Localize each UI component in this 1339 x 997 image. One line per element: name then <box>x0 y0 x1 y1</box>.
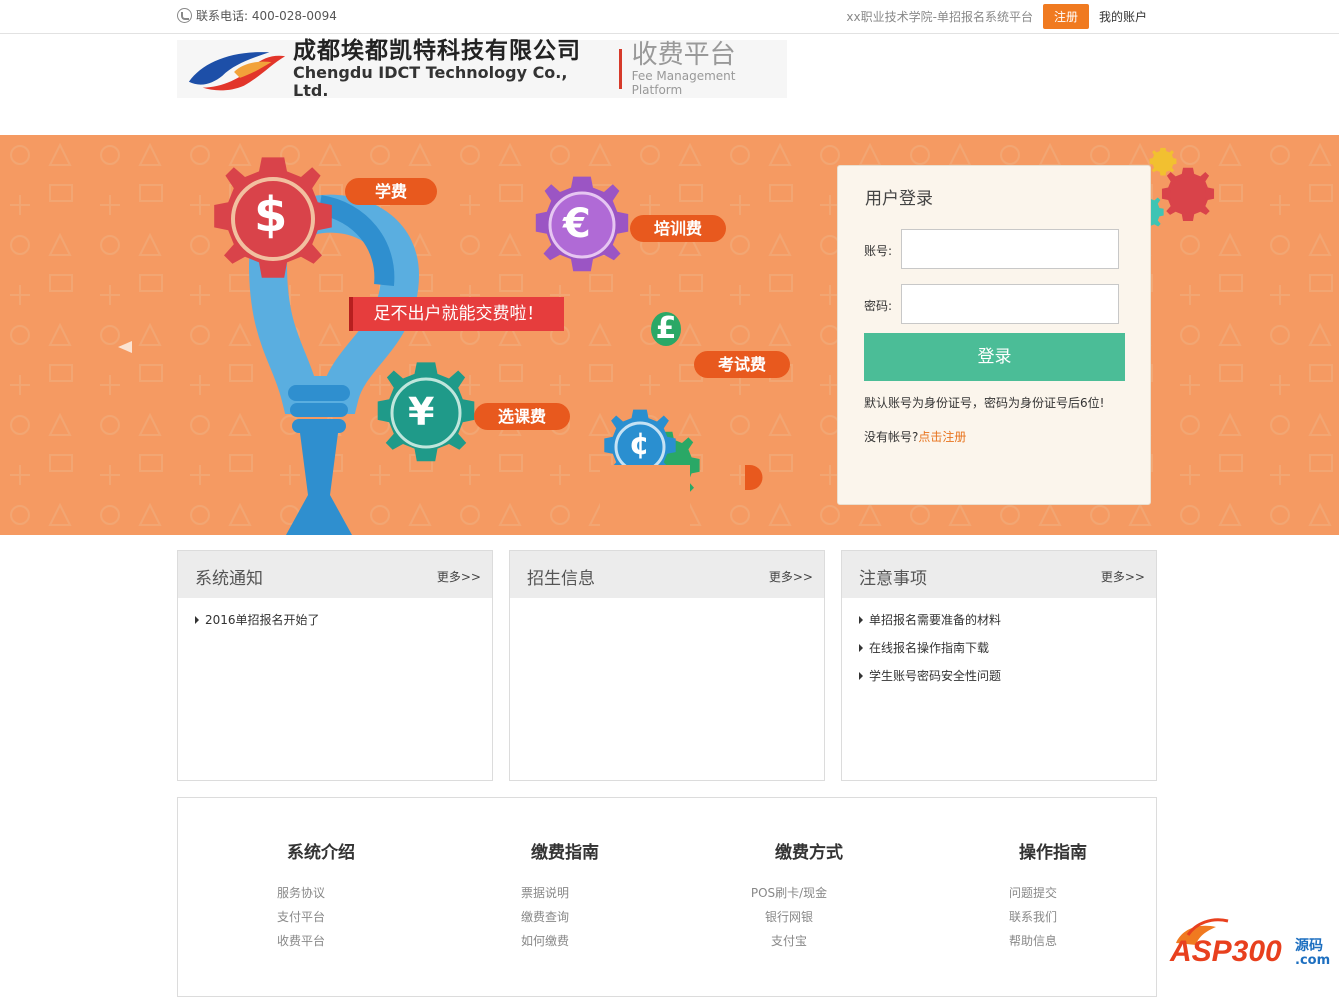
footer-col-payment-guide: 缴费指南 票据说明 缴费查询 如何缴费 <box>475 838 655 953</box>
panel-title: 招生信息 <box>527 569 595 589</box>
footer-col-title: 操作指南 <box>1019 843 1087 863</box>
list-item[interactable]: 单招报名需要准备的材料 <box>859 612 1156 640</box>
bullet-arrow-icon <box>195 616 199 624</box>
footer-col-payment-methods: 缴费方式 POS刷卡/现金 银行网银 支付宝 <box>719 838 899 953</box>
login-box: 用户登录 账号: 密码: 登录 默认账号为身份证号，密码为身份证号后6位! 没有… <box>837 165 1151 505</box>
gear-pound-symbol: £ <box>651 312 681 346</box>
list-item-text: 在线报名操作指南下载 <box>869 641 990 655</box>
footer-col-title: 缴费方式 <box>775 843 843 863</box>
panel-admission-info: 招生信息 更多>> <box>509 550 825 781</box>
footer-link[interactable]: 问题提交 <box>923 881 1143 905</box>
bullet-arrow-icon <box>859 644 863 652</box>
more-link[interactable]: 更多>> <box>1101 568 1145 585</box>
panel-header: 注意事项 更多>> <box>842 551 1156 598</box>
contact-phone-text: 联系电话: 400-028-0094 <box>196 9 337 23</box>
phone-icon <box>177 8 192 23</box>
panel-system-notice: 系统通知 更多>> 2016单招报名开始了 <box>177 550 493 781</box>
password-input[interactable] <box>901 284 1119 324</box>
login-hint: 默认账号为身份证号，密码为身份证号后6位! <box>864 396 1105 410</box>
panel-title: 系统通知 <box>195 569 263 589</box>
bullet-arrow-icon <box>859 672 863 680</box>
company-name-en: Chengdu IDCT Technology Co., Ltd. <box>293 63 568 100</box>
footer-link[interactable]: 如何缴费 <box>435 929 655 953</box>
gear-yen-symbol: ¥ <box>408 390 435 434</box>
list-item-text: 2016单招报名开始了 <box>205 613 320 627</box>
admission-list <box>510 598 824 612</box>
footer-link[interactable]: 缴费查询 <box>435 905 655 929</box>
notice-list: 2016单招报名开始了 <box>178 598 492 640</box>
list-item[interactable]: 2016单招报名开始了 <box>195 612 492 640</box>
company-logo[interactable]: 成都埃都凯特科技有限公司 Chengdu IDCT Technology Co.… <box>177 38 787 100</box>
panel-header: 系统通知 更多>> <box>178 551 492 598</box>
company-name-block: 成都埃都凯特科技有限公司 Chengdu IDCT Technology Co.… <box>293 38 603 100</box>
notes-list: 单招报名需要准备的材料 在线报名操作指南下载 学生账号密码安全性问题 <box>842 598 1156 696</box>
password-label: 密码: <box>864 299 893 313</box>
footer-col-title: 系统介绍 <box>287 843 355 863</box>
logo-hands-icon <box>188 52 286 91</box>
account-label: 账号: <box>864 244 893 258</box>
list-item-text: 单招报名需要准备的材料 <box>869 613 1002 627</box>
banner-slogan: 足不出户就能交费啦！ <box>349 297 564 331</box>
gear-cent-symbol: ¢ <box>629 427 650 462</box>
platform-name-cn: 收费平台 <box>631 40 736 70</box>
register-link[interactable]: 点击注册 <box>918 430 966 444</box>
asp300-watermark: ASP300 源码 .com <box>1168 913 1339 971</box>
list-item[interactable]: 在线报名操作指南下载 <box>859 640 1156 668</box>
list-item[interactable]: 学生账号密码安全性问题 <box>859 668 1156 696</box>
footer-link[interactable]: 联系我们 <box>923 905 1143 929</box>
footer-col-operation-guide: 操作指南 问题提交 联系我们 帮助信息 <box>963 838 1143 953</box>
login-title: 用户登录 <box>865 189 933 209</box>
footer-col-title: 缴费指南 <box>531 843 599 863</box>
platform-name-en: Fee Management Platform <box>631 69 736 97</box>
footer-link[interactable]: 服务协议 <box>191 881 411 905</box>
tag-tuition: 学费 <box>345 178 438 205</box>
company-name-cn: 成都埃都凯特科技有限公司 <box>293 38 582 64</box>
no-account-text: 没有帐号? <box>864 430 919 444</box>
footer-links: 系统介绍 服务协议 支付平台 收费平台 缴费指南 票据说明 缴费查询 如何缴费 … <box>177 797 1157 997</box>
platform-name: xx职业技术学院-单招报名系统平台 <box>846 10 1033 24</box>
login-button[interactable]: 登录 <box>864 333 1125 381</box>
contact-phone: 联系电话: 400-028-0094 <box>177 7 337 24</box>
watermark-domain: .com <box>1295 953 1331 968</box>
bullet-arrow-icon <box>859 616 863 624</box>
gear-euro-symbol: € <box>563 201 591 247</box>
footer-link[interactable]: POS刷卡/现金 <box>679 881 899 905</box>
footer-link[interactable]: 收费平台 <box>191 929 411 953</box>
watermark-text: ASP300 <box>1170 935 1282 968</box>
tag-exam-fee: 考试费 <box>694 351 791 378</box>
account-input[interactable] <box>901 229 1119 269</box>
top-bar-right: xx职业技术学院-单招报名系统平台 注册 我的账户 <box>846 4 1147 29</box>
list-item-text: 学生账号密码安全性问题 <box>869 669 1002 683</box>
gear-dollar-symbol: $ <box>254 187 288 243</box>
tag-course-fee: 选课费 <box>474 403 571 430</box>
platform-name-block: 收费平台 Fee Management Platform <box>632 41 787 97</box>
footer-col-system-intro: 系统介绍 服务协议 支付平台 收费平台 <box>231 838 411 953</box>
footer-link[interactable]: 支付平台 <box>191 905 411 929</box>
more-link[interactable]: 更多>> <box>769 568 813 585</box>
footer-link[interactable]: 帮助信息 <box>923 929 1143 953</box>
register-button[interactable]: 注册 <box>1042 4 1089 29</box>
panel-notes: 注意事项 更多>> 单招报名需要准备的材料 在线报名操作指南下载 学生账号密码安… <box>841 550 1157 781</box>
footer-link[interactable]: 银行网银 <box>679 905 899 929</box>
header: 成都埃都凯特科技有限公司 Chengdu IDCT Technology Co.… <box>0 35 1339 135</box>
top-bar: 联系电话: 400-028-0094 xx职业技术学院-单招报名系统平台 注册 … <box>0 0 1339 34</box>
my-account-link[interactable]: 我的账户 <box>1099 8 1147 25</box>
logo-divider <box>618 49 622 89</box>
more-link[interactable]: 更多>> <box>437 568 481 585</box>
footer-link[interactable]: 票据说明 <box>435 881 655 905</box>
panel-header: 招生信息 更多>> <box>510 551 824 598</box>
tag-training-fee: 培训费 <box>630 215 727 242</box>
register-prompt: 没有帐号?点击注册 <box>864 428 966 445</box>
watermark-sub: 源码 <box>1295 938 1323 954</box>
footer-link[interactable]: 支付宝 <box>679 929 899 953</box>
panel-title: 注意事项 <box>859 569 927 589</box>
